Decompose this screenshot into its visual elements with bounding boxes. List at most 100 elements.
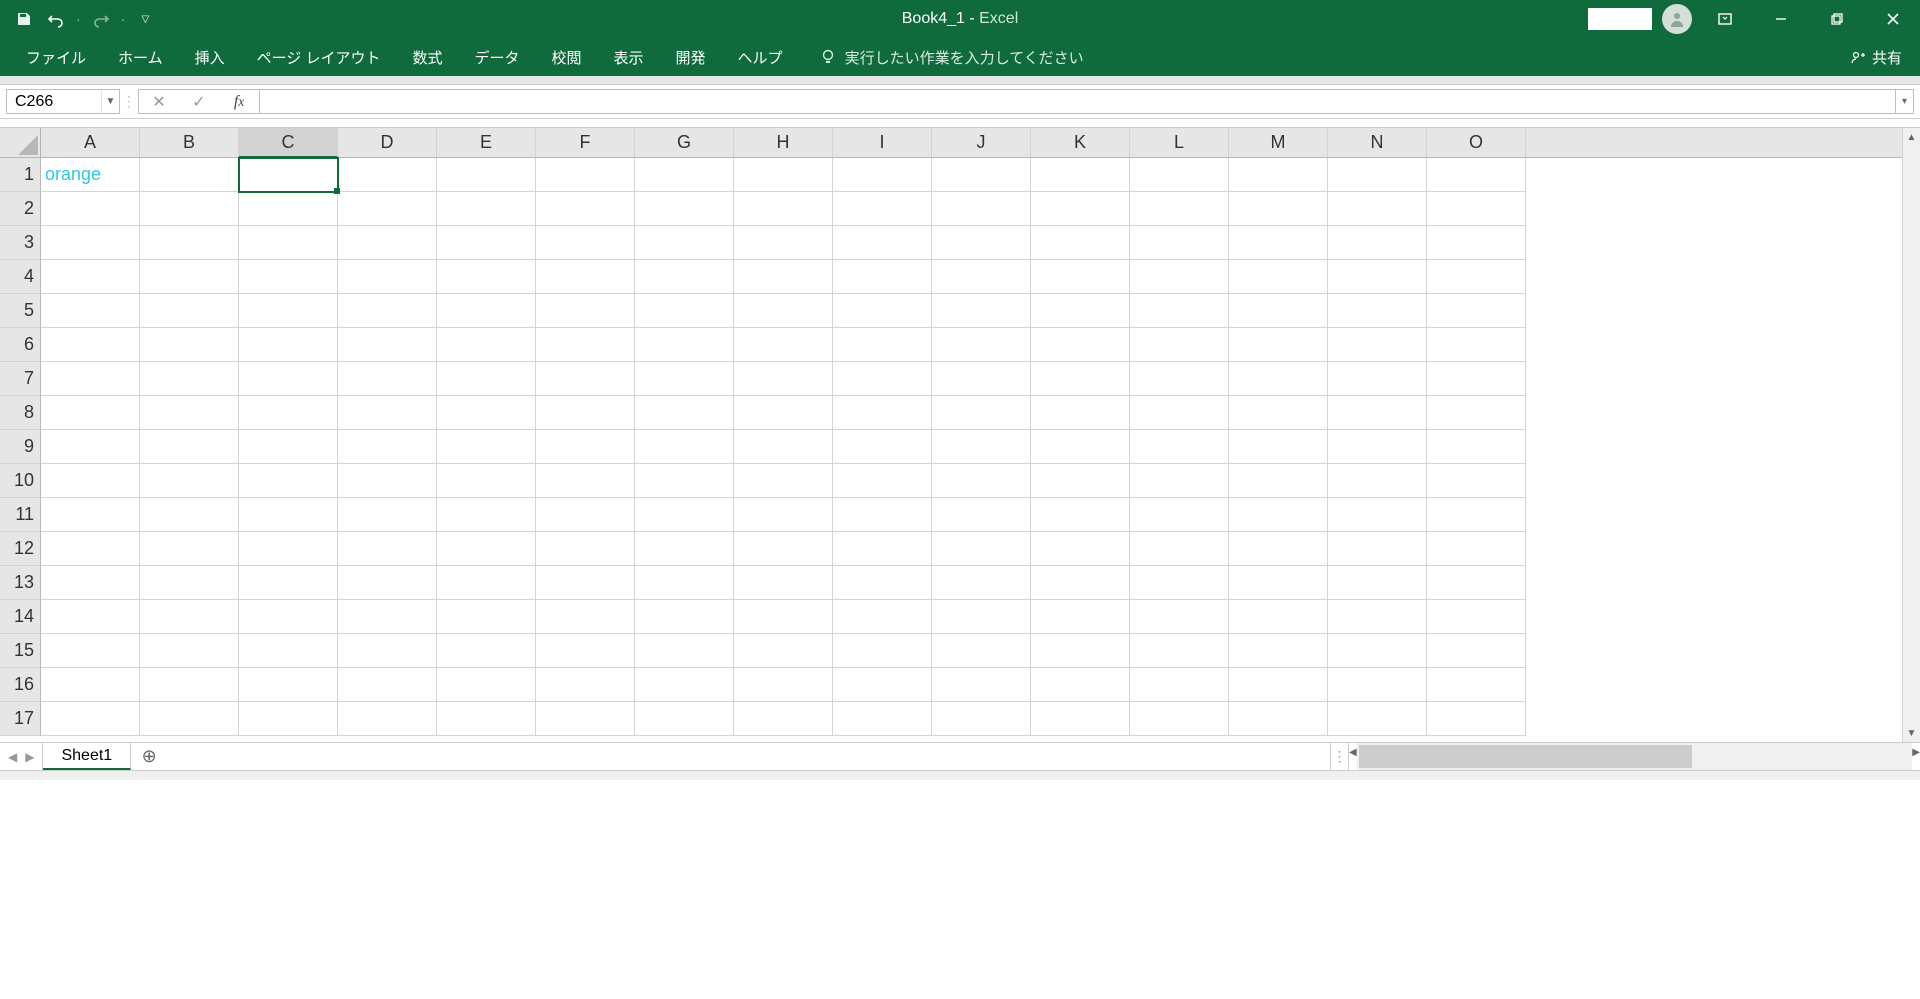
row-header-5[interactable]: 5 bbox=[0, 294, 41, 328]
row-header-3[interactable]: 3 bbox=[0, 226, 41, 260]
cell-O3[interactable] bbox=[1427, 226, 1526, 260]
cell-D16[interactable] bbox=[338, 668, 437, 702]
cell-C16[interactable] bbox=[239, 668, 338, 702]
cell-H9[interactable] bbox=[734, 430, 833, 464]
cell-M11[interactable] bbox=[1229, 498, 1328, 532]
cell-F2[interactable] bbox=[536, 192, 635, 226]
cell-M6[interactable] bbox=[1229, 328, 1328, 362]
cell-D4[interactable] bbox=[338, 260, 437, 294]
cell-I15[interactable] bbox=[833, 634, 932, 668]
cell-A8[interactable] bbox=[41, 396, 140, 430]
cell-D10[interactable] bbox=[338, 464, 437, 498]
cell-H7[interactable] bbox=[734, 362, 833, 396]
cell-B16[interactable] bbox=[140, 668, 239, 702]
cell-G12[interactable] bbox=[635, 532, 734, 566]
cell-J13[interactable] bbox=[932, 566, 1031, 600]
cell-K5[interactable] bbox=[1031, 294, 1130, 328]
scroll-right-button[interactable]: ▶ bbox=[1912, 743, 1920, 761]
cell-O2[interactable] bbox=[1427, 192, 1526, 226]
cell-J10[interactable] bbox=[932, 464, 1031, 498]
cell-I14[interactable] bbox=[833, 600, 932, 634]
cell-B7[interactable] bbox=[140, 362, 239, 396]
undo-button[interactable] bbox=[42, 5, 70, 33]
cell-B15[interactable] bbox=[140, 634, 239, 668]
cell-E1[interactable] bbox=[437, 158, 536, 192]
sheet-nav-buttons[interactable]: ◀ ▶ bbox=[0, 743, 43, 770]
cell-G3[interactable] bbox=[635, 226, 734, 260]
cell-I10[interactable] bbox=[833, 464, 932, 498]
cell-F9[interactable] bbox=[536, 430, 635, 464]
cell-D5[interactable] bbox=[338, 294, 437, 328]
cell-E2[interactable] bbox=[437, 192, 536, 226]
cell-K9[interactable] bbox=[1031, 430, 1130, 464]
row-header-13[interactable]: 13 bbox=[0, 566, 41, 600]
search-box[interactable] bbox=[1588, 8, 1652, 30]
row-header-11[interactable]: 11 bbox=[0, 498, 41, 532]
cell-D8[interactable] bbox=[338, 396, 437, 430]
cell-N2[interactable] bbox=[1328, 192, 1427, 226]
cell-D9[interactable] bbox=[338, 430, 437, 464]
cell-L16[interactable] bbox=[1130, 668, 1229, 702]
ribbon-display-options-button[interactable] bbox=[1702, 0, 1748, 38]
minimize-button[interactable] bbox=[1758, 0, 1804, 38]
cell-M4[interactable] bbox=[1229, 260, 1328, 294]
tab-developer[interactable]: 開発 bbox=[660, 38, 722, 76]
cell-C15[interactable] bbox=[239, 634, 338, 668]
cell-F8[interactable] bbox=[536, 396, 635, 430]
cell-J14[interactable] bbox=[932, 600, 1031, 634]
cell-J1[interactable] bbox=[932, 158, 1031, 192]
cell-O16[interactable] bbox=[1427, 668, 1526, 702]
cell-D6[interactable] bbox=[338, 328, 437, 362]
cell-M3[interactable] bbox=[1229, 226, 1328, 260]
cell-C7[interactable] bbox=[239, 362, 338, 396]
column-header-L[interactable]: L bbox=[1130, 128, 1229, 157]
cell-O11[interactable] bbox=[1427, 498, 1526, 532]
cell-B4[interactable] bbox=[140, 260, 239, 294]
cell-B2[interactable] bbox=[140, 192, 239, 226]
cell-E5[interactable] bbox=[437, 294, 536, 328]
cell-D12[interactable] bbox=[338, 532, 437, 566]
row-header-4[interactable]: 4 bbox=[0, 260, 41, 294]
cell-M15[interactable] bbox=[1229, 634, 1328, 668]
formula-input[interactable] bbox=[260, 89, 1896, 114]
cell-N17[interactable] bbox=[1328, 702, 1427, 736]
cell-A15[interactable] bbox=[41, 634, 140, 668]
cell-H15[interactable] bbox=[734, 634, 833, 668]
cell-E9[interactable] bbox=[437, 430, 536, 464]
cell-L7[interactable] bbox=[1130, 362, 1229, 396]
cell-J11[interactable] bbox=[932, 498, 1031, 532]
cell-F13[interactable] bbox=[536, 566, 635, 600]
cell-I8[interactable] bbox=[833, 396, 932, 430]
row-header-8[interactable]: 8 bbox=[0, 396, 41, 430]
cell-N4[interactable] bbox=[1328, 260, 1427, 294]
column-header-M[interactable]: M bbox=[1229, 128, 1328, 157]
cell-C14[interactable] bbox=[239, 600, 338, 634]
cell-L4[interactable] bbox=[1130, 260, 1229, 294]
cell-A7[interactable] bbox=[41, 362, 140, 396]
cell-A13[interactable] bbox=[41, 566, 140, 600]
column-header-J[interactable]: J bbox=[932, 128, 1031, 157]
cell-B9[interactable] bbox=[140, 430, 239, 464]
cell-M17[interactable] bbox=[1229, 702, 1328, 736]
cell-M8[interactable] bbox=[1229, 396, 1328, 430]
cell-L12[interactable] bbox=[1130, 532, 1229, 566]
cell-F10[interactable] bbox=[536, 464, 635, 498]
cell-E10[interactable] bbox=[437, 464, 536, 498]
cell-F6[interactable] bbox=[536, 328, 635, 362]
column-header-G[interactable]: G bbox=[635, 128, 734, 157]
cell-F17[interactable] bbox=[536, 702, 635, 736]
cell-N8[interactable] bbox=[1328, 396, 1427, 430]
cell-I3[interactable] bbox=[833, 226, 932, 260]
cell-N6[interactable] bbox=[1328, 328, 1427, 362]
cell-A9[interactable] bbox=[41, 430, 140, 464]
cell-I9[interactable] bbox=[833, 430, 932, 464]
cell-C2[interactable] bbox=[239, 192, 338, 226]
column-header-B[interactable]: B bbox=[140, 128, 239, 157]
cell-B6[interactable] bbox=[140, 328, 239, 362]
hscroll-thumb[interactable] bbox=[1359, 745, 1692, 768]
scroll-up-button[interactable]: ▲ bbox=[1903, 128, 1920, 146]
cell-G17[interactable] bbox=[635, 702, 734, 736]
cell-M1[interactable] bbox=[1229, 158, 1328, 192]
close-button[interactable] bbox=[1870, 0, 1916, 38]
tell-me-search[interactable]: 実行したい作業を入力してください bbox=[819, 47, 1084, 68]
